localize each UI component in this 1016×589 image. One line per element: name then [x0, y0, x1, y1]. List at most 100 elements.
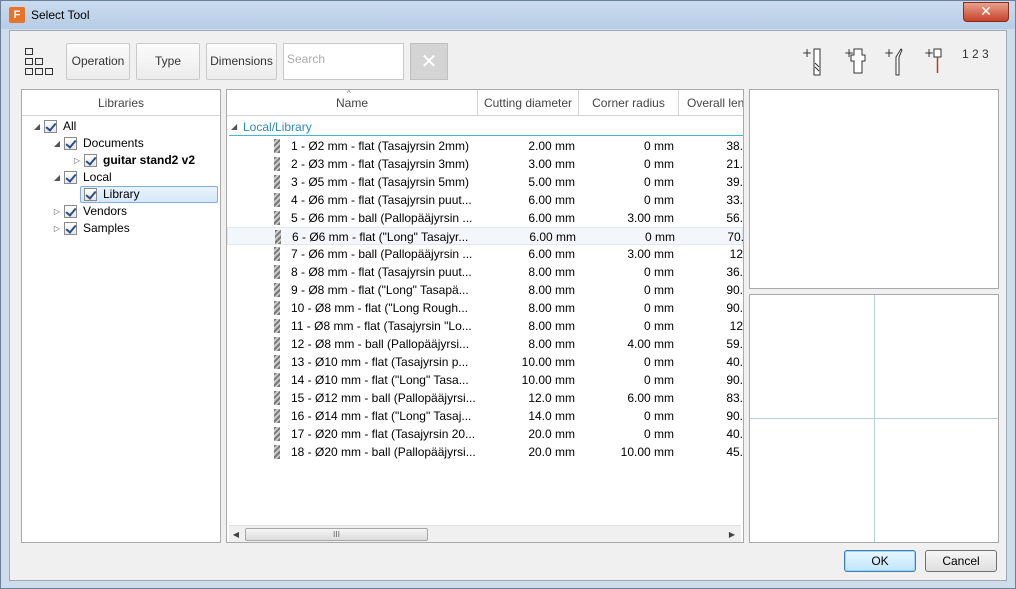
- window-title: Select Tool: [31, 8, 90, 22]
- table-row[interactable]: 8 - Ø8 mm - flat (Tasajyrsin puut... 8.00…: [227, 263, 743, 281]
- cell-name: 16 - Ø14 mm - flat ("Long" Tasaj...: [291, 409, 472, 423]
- cell-rad: 0 mm: [644, 409, 674, 423]
- table-row[interactable]: 3 - Ø5 mm - flat (Tasajyrsin 5mm) 5.00 mm…: [227, 173, 743, 191]
- tree-checkbox[interactable]: [44, 120, 57, 133]
- tree-item-label: All: [63, 119, 77, 133]
- column-header-cutting-diameter[interactable]: Cutting diameter: [478, 90, 579, 116]
- search-input[interactable]: Search: [283, 43, 404, 80]
- tree-checkbox[interactable]: [64, 137, 77, 150]
- table-row[interactable]: 14 - Ø10 mm - flat ("Long" Tasa... 10.00 …: [227, 371, 743, 389]
- cancel-button[interactable]: Cancel: [925, 550, 997, 572]
- tool-preview-panel: [749, 89, 999, 289]
- table-row[interactable]: 9 - Ø8 mm - flat ("Long" Tasapä... 8.00 m…: [227, 281, 743, 299]
- renumber-tools-icon[interactable]: 1 2 3: [962, 47, 990, 81]
- group-collapse-icon[interactable]: ◢: [231, 118, 237, 136]
- tree-checkbox[interactable]: [64, 222, 77, 235]
- ok-button[interactable]: OK: [844, 550, 916, 572]
- cell-rad: 0 mm: [645, 230, 675, 244]
- table-row[interactable]: 11 - Ø8 mm - flat (Tasajyrsin "Lo... 8.00…: [227, 317, 743, 335]
- tree-checkbox[interactable]: [84, 154, 97, 167]
- libraries-panel: Libraries ◢ All ◢ Documents ▷ guitar stand2 v…: [21, 89, 221, 543]
- table-row[interactable]: 2 - Ø3 mm - flat (Tasajyrsin 3mm) 3.00 mm…: [227, 155, 743, 173]
- column-header-overall-length[interactable]: Overall len: [679, 90, 743, 116]
- table-row[interactable]: 4 - Ø6 mm - flat (Tasajyrsin puut... 6.00…: [227, 191, 743, 209]
- table-row[interactable]: 13 - Ø10 mm - flat (Tasajyrsin p... 10.00…: [227, 353, 743, 371]
- table-row[interactable]: 6 - Ø6 mm - flat ("Long" Tasajyr... 6.00 …: [227, 227, 743, 245]
- flat-mill-icon: [274, 373, 280, 387]
- cell-rad: 4.00 mm: [627, 337, 674, 351]
- table-row[interactable]: 5 - Ø6 mm - ball (Pallopääjyrsin ... 6.00…: [227, 209, 743, 227]
- tree-checkbox[interactable]: [64, 171, 77, 184]
- expanded-arrow-icon[interactable]: ◢: [52, 135, 62, 152]
- cell-name: 12 - Ø8 mm - ball (Pallopääjyrsi...: [291, 337, 470, 351]
- table-row[interactable]: 12 - Ø8 mm - ball (Pallopääjyrsi... 8.00 …: [227, 335, 743, 353]
- tree-checkbox[interactable]: [64, 205, 77, 218]
- collapsed-arrow-icon[interactable]: ▷: [52, 220, 62, 237]
- cell-name: 8 - Ø8 mm - flat (Tasajyrsin puut...: [291, 265, 472, 279]
- add-holder-icon[interactable]: +: [842, 45, 870, 79]
- grid-view-icon[interactable]: [24, 47, 54, 77]
- table-row[interactable]: 7 - Ø6 mm - ball (Pallopääjyrsin ... 6.00…: [227, 245, 743, 263]
- close-window-button[interactable]: ✕: [963, 2, 1009, 22]
- table-row[interactable]: 16 - Ø14 mm - flat ("Long" Tasaj... 14.0 …: [227, 407, 743, 425]
- expanded-arrow-icon[interactable]: ◢: [32, 118, 42, 135]
- add-mill-tool-icon[interactable]: +: [800, 45, 828, 79]
- title-bar[interactable]: F Select Tool ✕: [1, 1, 1015, 29]
- scroll-left-icon[interactable]: ◀: [229, 526, 243, 542]
- cell-dia: 8.00 mm: [528, 319, 575, 333]
- cell-len: 33.: [726, 193, 743, 207]
- flat-mill-icon: [274, 283, 280, 297]
- type-filter-button[interactable]: Type: [136, 43, 200, 80]
- tree-item[interactable]: ▷ Vendors: [22, 203, 220, 220]
- collapsed-arrow-icon[interactable]: ▷: [52, 203, 62, 220]
- table-row[interactable]: 18 - Ø20 mm - ball (Pallopääjyrsi... 20.0…: [227, 443, 743, 461]
- cell-rad: 0 mm: [644, 373, 674, 387]
- tree-item[interactable]: Library: [22, 186, 220, 203]
- cell-dia: 5.00 mm: [528, 175, 575, 189]
- tree-item[interactable]: ▷ Samples: [22, 220, 220, 237]
- flat-mill-icon: [274, 445, 280, 459]
- add-probe-icon[interactable]: +: [922, 45, 950, 79]
- cell-len: 40.: [726, 427, 743, 441]
- tree-item-label: guitar stand2 v2: [103, 153, 196, 167]
- clear-search-button[interactable]: ✕: [410, 43, 448, 80]
- cell-dia: 6.00 mm: [528, 193, 575, 207]
- flat-mill-icon: [274, 391, 280, 405]
- scroll-right-icon[interactable]: ▶: [725, 526, 739, 542]
- flat-mill-icon: [274, 409, 280, 423]
- cell-dia: 8.00 mm: [528, 283, 575, 297]
- cell-name: 1 - Ø2 mm - flat (Tasajyrsin 2mm): [291, 139, 470, 153]
- cell-name: 4 - Ø6 mm - flat (Tasajyrsin puut...: [291, 193, 472, 207]
- tree-item[interactable]: ◢ All: [22, 118, 220, 135]
- dimensions-filter-button[interactable]: Dimensions: [206, 43, 277, 80]
- scroll-thumb[interactable]: III: [245, 528, 428, 541]
- group-row-local-library[interactable]: ◢ Local/Library: [229, 118, 743, 136]
- tree-checkbox[interactable]: [84, 188, 97, 201]
- table-row[interactable]: 17 - Ø20 mm - flat (Tasajyrsin 20... 20.0…: [227, 425, 743, 443]
- cell-len: 21.: [726, 157, 743, 171]
- flat-mill-icon: [274, 355, 280, 369]
- tree-item[interactable]: ◢ Local: [22, 169, 220, 186]
- flat-mill-icon: [274, 265, 280, 279]
- horizontal-scrollbar[interactable]: ◀ III ▶: [229, 525, 741, 542]
- table-row[interactable]: 15 - Ø12 mm - ball (Pallopääjyrsi... 12.0…: [227, 389, 743, 407]
- tree-item-label: Vendors: [83, 204, 128, 218]
- table-row[interactable]: 10 - Ø8 mm - flat ("Long Rough... 8.00 mm…: [227, 299, 743, 317]
- tree-item[interactable]: ◢ Documents: [22, 135, 220, 152]
- flat-mill-icon: [274, 211, 280, 225]
- horizontal-guide-line: [750, 418, 998, 419]
- cell-rad: 3.00 mm: [627, 247, 674, 261]
- add-turning-tool-icon[interactable]: +: [882, 45, 910, 79]
- tree-item[interactable]: ▷ guitar stand2 v2: [22, 152, 220, 169]
- operation-filter-button[interactable]: Operation: [66, 43, 130, 80]
- table-row[interactable]: 1 - Ø2 mm - flat (Tasajyrsin 2mm) 2.00 mm…: [227, 137, 743, 155]
- flat-mill-icon: [274, 139, 280, 153]
- cell-rad: 0 mm: [644, 193, 674, 207]
- collapsed-arrow-icon[interactable]: ▷: [72, 152, 82, 169]
- cell-name: 14 - Ø10 mm - flat ("Long" Tasa...: [291, 373, 469, 387]
- cell-name: 9 - Ø8 mm - flat ("Long" Tasapä...: [291, 283, 469, 297]
- column-header-corner-radius[interactable]: Corner radius: [579, 90, 679, 116]
- cell-len: 56.: [726, 211, 743, 225]
- expanded-arrow-icon[interactable]: ◢: [52, 169, 62, 186]
- column-header-name[interactable]: Name ^: [227, 90, 478, 116]
